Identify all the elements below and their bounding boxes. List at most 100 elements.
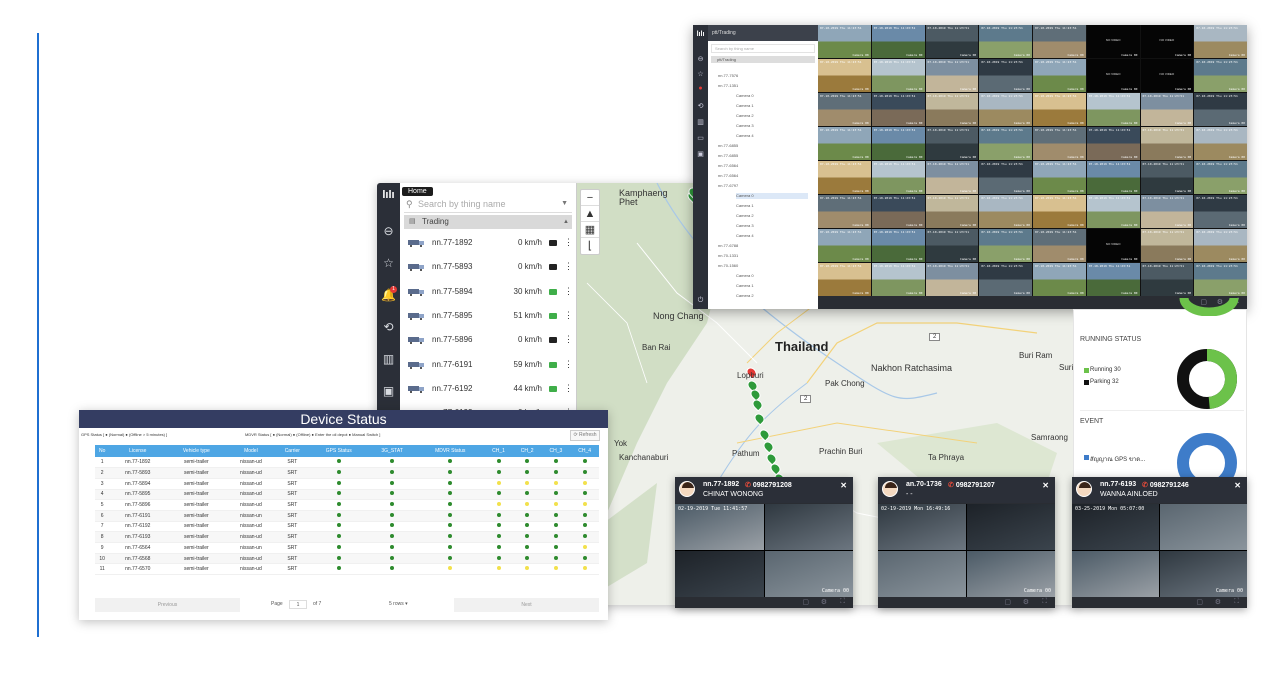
tree-camera-item[interactable]: Camera 0 xyxy=(736,193,808,199)
camera-tile[interactable]: 07-10-2019 Thu 11:23:51 Camera 00 xyxy=(818,161,871,194)
camera-tile[interactable]: NO VIDEO Camera 00 xyxy=(1086,59,1140,92)
monitor-icon[interactable]: ▭ xyxy=(693,134,708,142)
video-status-icon[interactable] xyxy=(549,312,557,319)
video-status-icon[interactable] xyxy=(549,240,557,246)
tree-vehicle-item[interactable]: nn.77-6564 xyxy=(718,173,808,179)
settings-icon[interactable]: ⚙ xyxy=(1023,598,1029,606)
chevron-down-icon[interactable]: ▼ xyxy=(561,195,568,213)
video-status-icon[interactable] xyxy=(549,385,557,392)
compass-icon[interactable]: ▲ xyxy=(581,206,599,222)
layers-icon[interactable]: ▦ xyxy=(581,222,599,238)
camera-tile[interactable]: 07-10-2019 Thu 11:23:51 Camera 00 xyxy=(871,161,925,194)
table-row[interactable]: 10 nn.77-6568 semi-trailer nissan-ud SRT xyxy=(95,553,599,565)
camera-tile[interactable]: 07-10-2019 Thu 11:23:51 Camera 00 xyxy=(1194,229,1247,262)
camera-feed[interactable] xyxy=(1072,551,1159,597)
tree-camera-item[interactable]: Camera 1 xyxy=(736,203,808,209)
column-header[interactable]: Vehicle type xyxy=(166,445,227,457)
camera-tile[interactable]: 07-10-2019 Thu 11:23:51 Camera 00 xyxy=(979,263,1032,296)
kebab-menu-icon[interactable]: ⋮ xyxy=(564,359,573,370)
camera-tile[interactable]: NO VIDEO Camera 00 xyxy=(1086,229,1140,262)
column-header[interactable]: Carrier xyxy=(275,445,310,457)
history-icon[interactable]: ⟲ xyxy=(377,317,400,337)
camera-tile[interactable]: 07-10-2019 Thu 11:23:51 Camera 00 xyxy=(979,195,1032,228)
kebab-menu-icon[interactable]: ⋮ xyxy=(564,383,573,394)
tree-camera-item[interactable]: Camera 0 xyxy=(736,93,808,99)
column-header[interactable]: CH_3 xyxy=(541,445,571,457)
tree-camera-item[interactable]: Camera 1 xyxy=(736,103,808,109)
layout-icon[interactable]: ▢ xyxy=(802,598,809,606)
layout-icon[interactable]: ▢ xyxy=(1004,598,1011,606)
power-icon[interactable]: ⏻ xyxy=(693,297,708,305)
table-row[interactable]: 11 nn.77-6570 semi-trailer nissan-ud SRT xyxy=(95,563,599,576)
camera-tile[interactable]: 07-10-2019 Thu 11:23:51 Camera 00 xyxy=(1194,195,1247,228)
camera-tile[interactable]: 07-10-2019 Thu 11:23:51 Camera 00 xyxy=(1140,127,1194,160)
tree-vehicle-item[interactable]: nn.77-6797 xyxy=(718,183,808,189)
camera-tile[interactable]: 07-10-2019 Thu 11:23:51 Camera 00 xyxy=(1033,127,1086,160)
tree-vehicle-item[interactable]: nn.70-1331 xyxy=(718,253,808,259)
camera-feed[interactable] xyxy=(967,504,1055,550)
camera-tile[interactable]: 07-10-2019 Thu 11:23:51 Camera 00 xyxy=(925,195,979,228)
vehicle-row[interactable]: nn.77-5896 0 km/h ⋮ xyxy=(404,328,573,352)
camera-tile[interactable]: 07-10-2019 Thu 11:23:51 Camera 00 xyxy=(1086,127,1140,160)
camera-tile[interactable]: 07-10-2019 Thu 11:23:51 Camera 00 xyxy=(871,25,925,58)
camera-tile[interactable]: 07-10-2019 Thu 11:23:51 Camera 00 xyxy=(871,93,925,126)
camera-tile[interactable]: 07-10-2019 Thu 11:23:51 Camera 00 xyxy=(818,93,871,126)
camera-tile[interactable]: 07-10-2019 Thu 11:23:51 Camera 00 xyxy=(1033,229,1086,262)
camera-tile[interactable]: 07-10-2019 Thu 11:23:51 Camera 00 xyxy=(818,127,871,160)
camera-tile[interactable]: 07-10-2019 Thu 11:23:51 Camera 00 xyxy=(1194,59,1247,92)
camera-tile[interactable]: 07-10-2019 Thu 11:23:51 Camera 00 xyxy=(871,229,925,262)
history-icon[interactable]: ⟲ xyxy=(693,102,708,110)
tree-camera-item[interactable]: Camera 3 xyxy=(736,123,808,129)
close-icon[interactable]: ✕ xyxy=(1234,481,1241,490)
dashboard-icon[interactable]: ⊖ xyxy=(693,55,708,63)
column-header[interactable]: MDVR Status xyxy=(416,445,485,457)
table-row[interactable]: 1 nn.77-1892 semi-trailer nissan-ud SRT xyxy=(95,457,599,469)
vehicle-row[interactable]: nn.77-6191 59 km/h ⋮ xyxy=(404,353,573,377)
refresh-button[interactable]: ⟳ Refresh xyxy=(570,430,600,441)
table-row[interactable]: 2 nn.77-5893 semi-trailer nissan-ud SRT xyxy=(95,467,599,479)
vehicle-row[interactable]: nn.77-1892 0 km/h ⋮ xyxy=(404,231,573,255)
dashboard-icon[interactable]: ⊖ xyxy=(377,221,400,241)
camera-tile[interactable]: 07-10-2019 Thu 11:23:51 Camera 00 xyxy=(1033,161,1086,194)
table-row[interactable]: 5 nn.77-5896 semi-trailer nissan-ud SRT xyxy=(95,499,599,511)
camera-tile[interactable]: 07-10-2019 Thu 11:23:51 Camera 00 xyxy=(925,93,979,126)
camera-tile[interactable]: 07-10-2019 Thu 11:23:51 Camera 00 xyxy=(979,229,1032,262)
star-icon[interactable]: ☆ xyxy=(693,70,708,78)
camera-feed[interactable] xyxy=(675,551,764,597)
fullscreen-icon[interactable]: ⛶ xyxy=(840,598,845,606)
camera-tile[interactable]: 07-10-2019 Thu 11:23:51 Camera 00 xyxy=(818,229,871,262)
camera-tile[interactable]: 07-10-2019 Thu 11:23:51 Camera 00 xyxy=(1086,93,1140,126)
table-row[interactable]: 7 nn.77-6192 semi-trailer nissan-ud SRT xyxy=(95,521,599,533)
camera-icon[interactable]: ▣ xyxy=(377,381,400,401)
page-input[interactable]: 1 xyxy=(289,600,307,609)
column-header[interactable]: License xyxy=(109,445,167,457)
camera-tile[interactable]: 07-10-2019 Thu 11:23:51 Camera 00 xyxy=(925,263,979,296)
camera-tile[interactable]: 07-10-2019 Thu 11:23:51 Camera 00 xyxy=(1194,127,1247,160)
camera-tile[interactable]: 07-10-2019 Thu 11:23:51 Camera 00 xyxy=(818,59,871,92)
tree-camera-item[interactable]: Camera 2 xyxy=(736,213,808,219)
tree-vehicle-item[interactable]: nn.77-1351 xyxy=(718,83,808,89)
popup-phone[interactable]: ✆ 0982791207 xyxy=(948,481,995,489)
camera-tile[interactable]: NO VIDEO Camera 00 xyxy=(1086,25,1140,58)
camera-tile[interactable]: 07-10-2019 Thu 11:23:51 Camera 00 xyxy=(1140,229,1194,262)
column-header[interactable]: CH_1 xyxy=(484,445,513,457)
zoom-out-button[interactable]: − xyxy=(581,190,599,206)
kebab-menu-icon[interactable]: ⋮ xyxy=(564,237,573,248)
column-header[interactable]: GPS Status xyxy=(309,445,369,457)
tree-camera-item[interactable]: Camera 2 xyxy=(736,113,808,119)
camera-tile[interactable]: 07-10-2019 Thu 11:23:51 Camera 00 xyxy=(925,161,979,194)
bell-icon[interactable]: ● xyxy=(693,85,708,92)
tree-vehicle-item[interactable]: nn.70-1560 xyxy=(718,263,808,269)
camera-tile[interactable]: 07-10-2019 Thu 11:23:51 Camera 00 xyxy=(925,59,979,92)
report-icon[interactable]: ▥ xyxy=(693,118,708,126)
camera-tile[interactable]: 07-10-2019 Thu 11:23:51 Camera 00 xyxy=(1033,263,1086,296)
camera-tile[interactable]: 07-10-2019 Thu 11:23:51 Camera 00 xyxy=(925,25,979,58)
kebab-menu-icon[interactable]: ⋮ xyxy=(564,334,573,345)
camera-tile[interactable]: 07-10-2019 Thu 11:23:51 Camera 00 xyxy=(1086,161,1140,194)
camera-tile[interactable]: 07-10-2019 Thu 11:23:51 Camera 00 xyxy=(979,127,1032,160)
tree-camera-item[interactable]: Camera 0 xyxy=(736,273,808,279)
tree-camera-item[interactable]: Camera 1 xyxy=(736,283,808,289)
vehicle-row[interactable]: nn.77-5893 0 km/h ⋮ xyxy=(404,255,573,279)
kebab-menu-icon[interactable]: ⋮ xyxy=(564,261,573,272)
bell-icon[interactable]: 🔔 1 xyxy=(377,285,400,305)
